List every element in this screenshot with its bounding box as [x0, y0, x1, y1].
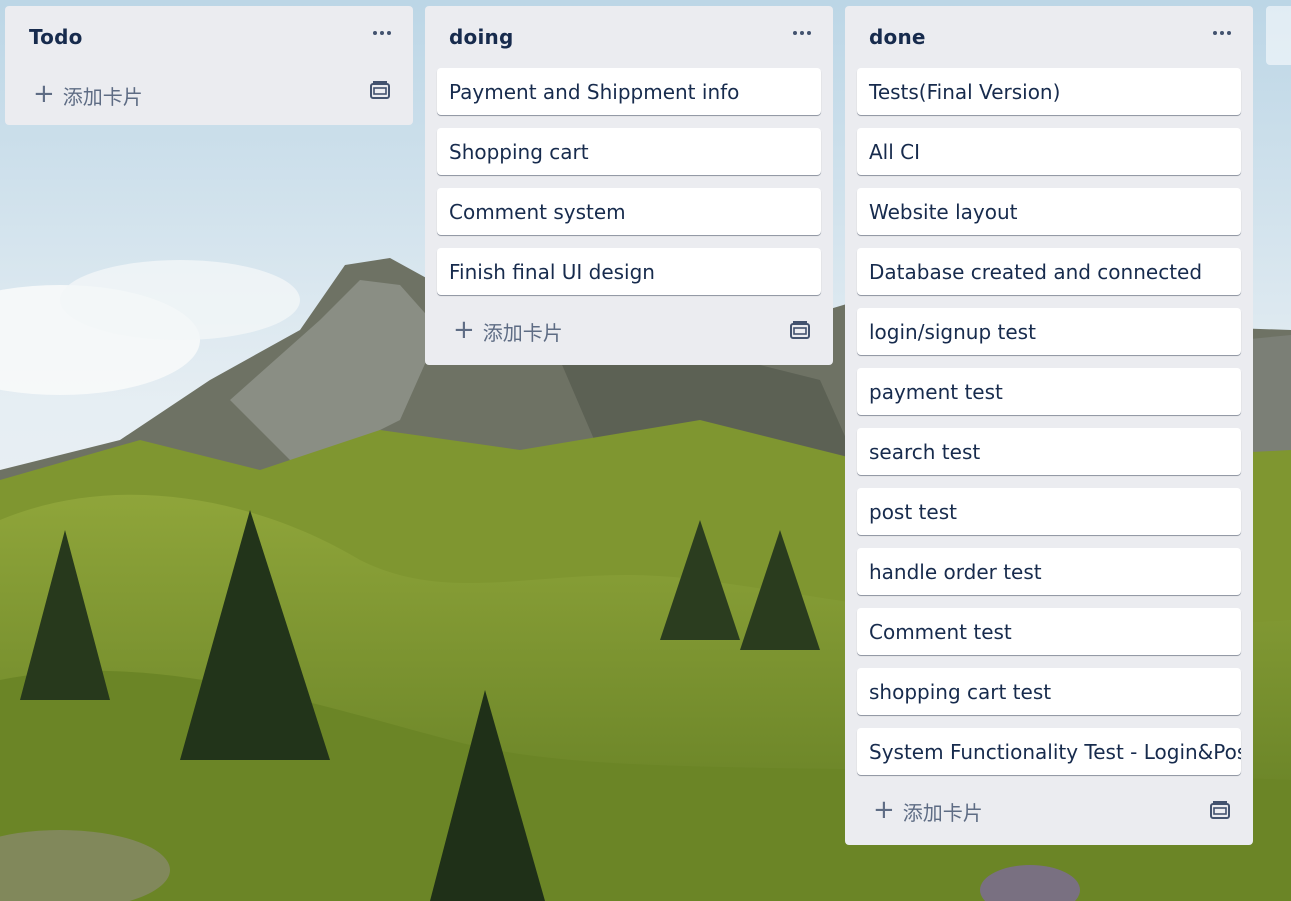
list-menu-button[interactable] [1209, 20, 1235, 46]
card[interactable]: Shopping cart [437, 128, 821, 175]
list-todo: Todo + 添加卡片 [5, 6, 413, 125]
list-footer: + 添加卡片 [5, 68, 413, 125]
list-menu-button[interactable] [369, 20, 395, 46]
more-horizontal-icon [1213, 31, 1217, 35]
card[interactable]: Finish final UI design [437, 248, 821, 295]
list-header: Todo [5, 6, 413, 68]
card[interactable]: Database created and connected [857, 248, 1241, 295]
card-template-icon[interactable] [369, 80, 391, 102]
card-list: Tests(Final Version) All CI Website layo… [845, 68, 1253, 775]
card[interactable]: Tests(Final Version) [857, 68, 1241, 115]
add-list-button[interactable] [1266, 6, 1291, 65]
card[interactable]: All CI [857, 128, 1241, 175]
add-card-label: 添加卡片 [902, 800, 983, 825]
plus-icon: + [873, 794, 895, 825]
card-template-icon[interactable] [789, 320, 811, 342]
plus-icon: + [33, 78, 55, 109]
list-title[interactable]: Todo [29, 25, 83, 49]
plus-icon: + [453, 314, 475, 345]
list-header: done [845, 6, 1253, 68]
list-footer: + 添加卡片 [845, 788, 1253, 845]
card[interactable]: Payment and Shippment info [437, 68, 821, 115]
list-footer: + 添加卡片 [425, 308, 833, 365]
card[interactable]: login/signup test [857, 308, 1241, 355]
card[interactable]: post test [857, 488, 1241, 535]
card[interactable]: shopping cart test [857, 668, 1241, 715]
card-template-icon[interactable] [1209, 800, 1231, 822]
card[interactable]: Comment system [437, 188, 821, 235]
card[interactable]: handle order test [857, 548, 1241, 595]
list-header: doing [425, 6, 833, 68]
add-card-button[interactable]: + 添加卡片 [33, 80, 143, 110]
list-title[interactable]: doing [449, 25, 513, 49]
card[interactable]: search test [857, 428, 1241, 475]
list-doing: doing Payment and Shippment info Shoppin… [425, 6, 833, 365]
list-done: done Tests(Final Version) All CI Website… [845, 6, 1253, 845]
card[interactable]: payment test [857, 368, 1241, 415]
add-card-button[interactable]: + 添加卡片 [873, 796, 983, 826]
card[interactable]: System Functionality Test - Login&Post [857, 728, 1241, 775]
board: Todo + 添加卡片 doing Payment and Shippment … [0, 0, 1291, 901]
card[interactable]: Website layout [857, 188, 1241, 235]
add-card-button[interactable]: + 添加卡片 [453, 316, 563, 346]
more-horizontal-icon [373, 31, 377, 35]
add-card-label: 添加卡片 [482, 320, 563, 345]
list-menu-button[interactable] [789, 20, 815, 46]
list-title[interactable]: done [869, 25, 926, 49]
card-list: Payment and Shippment info Shopping cart… [425, 68, 833, 295]
card[interactable]: Comment test [857, 608, 1241, 655]
add-card-label: 添加卡片 [62, 84, 143, 109]
more-horizontal-icon [793, 31, 797, 35]
